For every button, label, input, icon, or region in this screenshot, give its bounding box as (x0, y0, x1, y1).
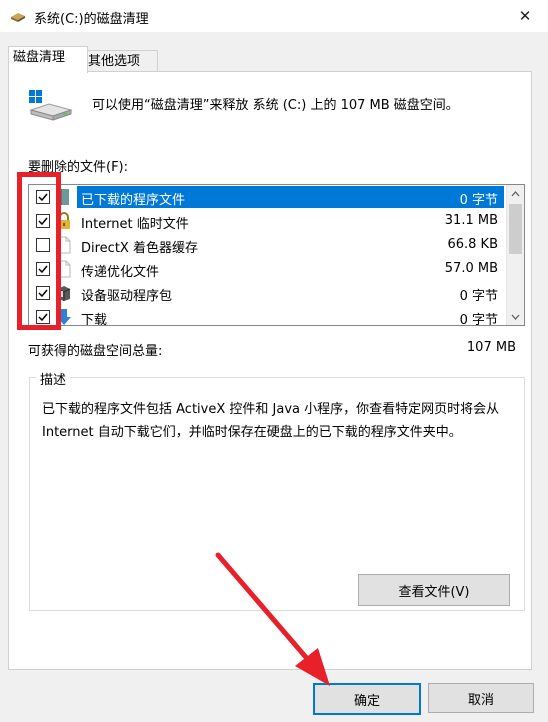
list-item[interactable]: DirectX 着色器缓存 66.8 KB (29, 233, 505, 257)
folder-icon (56, 188, 72, 206)
scroll-down-arrow-icon[interactable] (507, 308, 524, 325)
disk-cleanup-icon (9, 8, 27, 28)
scroll-up-arrow-icon[interactable] (507, 185, 524, 202)
intro-text: 可以使用“磁盘清理”来释放 系统 (C:) 上的 107 MB 磁盘空间。 (92, 98, 459, 113)
file-name: 设备驱动程序包 (81, 289, 173, 304)
checkbox[interactable] (36, 214, 50, 228)
file-name: 已下载的程序文件 (81, 193, 186, 208)
checkbox[interactable] (36, 310, 50, 324)
driver-package-icon (56, 284, 72, 302)
file-name: 传递优化文件 (81, 265, 160, 280)
lock-icon (56, 212, 72, 230)
file-size: 0 字节 (459, 289, 498, 304)
description-group: 描述 已下载的程序文件包括 ActiveX 控件和 Java 小程序，你查看特定… (29, 369, 525, 611)
description-legend: 描述 (36, 369, 71, 388)
description-text: 已下载的程序文件包括 ActiveX 控件和 Java 小程序，你查看特定网页时… (42, 402, 500, 440)
file-name: Internet 临时文件 (81, 217, 189, 232)
total-space-label: 可获得的磁盘空间总量: (28, 344, 163, 359)
scroll-thumb[interactable] (509, 204, 522, 254)
download-arrow-icon (56, 308, 72, 325)
checkbox[interactable] (36, 190, 50, 204)
view-files-button[interactable]: 查看文件(V) (358, 574, 510, 606)
drive-icon (27, 88, 73, 126)
list-item[interactable]: 已下载的程序文件 0 字节 (29, 185, 505, 209)
file-icon (56, 236, 72, 254)
file-name: 下载 (81, 313, 108, 326)
tab-panel: 可以使用“磁盘清理”来释放 系统 (C:) 上的 107 MB 磁盘空间。 要删… (8, 71, 532, 670)
file-size: 57.0 MB (444, 261, 498, 276)
checkbox[interactable] (36, 238, 50, 252)
title-bar: 系统(C:)的磁盘清理 ✕ (0, 0, 548, 32)
file-size: 66.8 KB (447, 237, 498, 252)
files-to-delete-label: 要删除的文件(F): (28, 160, 129, 175)
file-icon (56, 260, 72, 278)
checkbox[interactable] (36, 286, 50, 300)
list-item[interactable]: Internet 临时文件 31.1 MB (29, 209, 505, 233)
tab-disk-cleanup[interactable]: 磁盘清理 (8, 46, 88, 73)
file-size: 0 字节 (459, 193, 498, 208)
total-space-value: 107 MB (466, 340, 516, 355)
checkbox[interactable] (36, 262, 50, 276)
cancel-button[interactable]: 取消 (428, 683, 534, 713)
list-item[interactable]: 传递优化文件 57.0 MB (29, 257, 505, 281)
files-listbox[interactable]: 已下载的程序文件 0 字节 Internet 临时文件 31.1 MB Dire… (28, 184, 525, 326)
list-scrollbar[interactable] (506, 185, 524, 325)
ok-button[interactable]: 确定 (313, 683, 421, 715)
close-button[interactable]: ✕ (502, 0, 548, 32)
file-size: 31.1 MB (444, 213, 498, 228)
list-item[interactable]: 设备驱动程序包 0 字节 (29, 281, 505, 305)
list-item[interactable]: 下载 0 字节 (29, 305, 505, 326)
file-name: DirectX 着色器缓存 (81, 241, 198, 256)
file-size: 0 字节 (459, 313, 498, 326)
window-title: 系统(C:)的磁盘清理 (34, 12, 149, 27)
tab-more-options[interactable]: 其他选项 (83, 50, 158, 73)
